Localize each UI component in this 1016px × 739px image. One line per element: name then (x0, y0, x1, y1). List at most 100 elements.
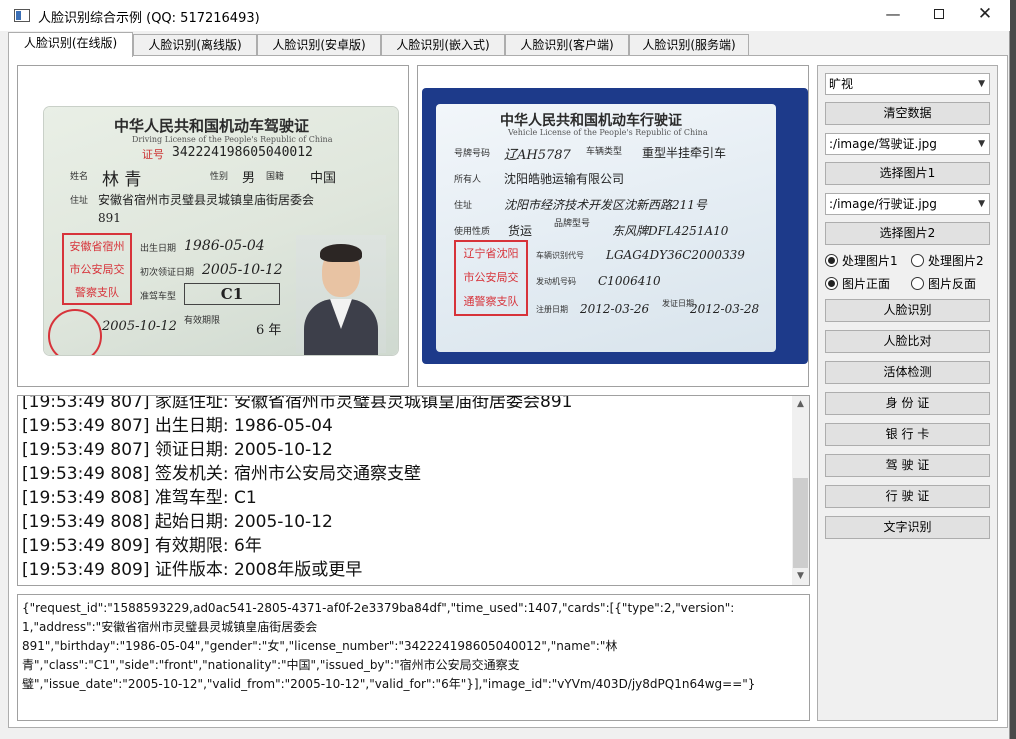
tab-panel: 中华人民共和国机动车驾驶证 Driving License of the Peo… (8, 55, 1008, 728)
image1-path-value: :/image/驾驶证.jpg (829, 137, 937, 151)
birth-value: 1986-05-04 (184, 238, 265, 254)
radio-label: 图片正面 (842, 277, 891, 291)
face-compare-button[interactable]: 人脸比对 (825, 330, 990, 353)
log-lines: [19:53:49 807] 家庭住址: 安徽省宿州市灵璧县灵城镇皇庙街居委会8… (22, 395, 792, 582)
image2-path-select[interactable]: :/image/行驶证.jpg ▼ (825, 193, 990, 215)
radio-label: 图片反面 (928, 277, 977, 291)
close-icon: ✕ (977, 4, 993, 24)
json-result[interactable]: {"request_id":"1588593229,ad0ac541-2805-… (17, 594, 810, 721)
vehicle-subtitle: Vehicle License of the People's Republic… (508, 128, 708, 137)
side-choice-row: 图片正面 图片反面 (825, 275, 995, 293)
issuer-stamp: 安徽省宿州 市公安局交 警察支队 (62, 233, 132, 305)
face-recognition-button[interactable]: 人脸识别 (825, 299, 990, 322)
license-number-label: 证号 (142, 148, 164, 161)
json-line: {"request_id":"1588593229,ad0ac541-2805-… (22, 601, 735, 615)
portrait-hair (320, 244, 362, 262)
valid-from-value: 2005-10-12 (102, 319, 177, 334)
stamp-line: 通警察支队 (463, 295, 519, 308)
app-icon (14, 9, 30, 22)
log-output[interactable]: [19:53:49 807] 家庭住址: 安徽省宿州市灵璧县灵城镇皇庙街居委会8… (17, 395, 810, 586)
address-value-2: 891 (98, 211, 121, 225)
vin-value: LGAG4DY36C2000339 (606, 248, 745, 262)
maximize-icon (934, 9, 944, 19)
vehicle-address-value: 沈阳市经济技术开发区沈新西路211号 (504, 198, 707, 212)
image2-path-value: :/image/行驶证.jpg (829, 197, 937, 211)
close-button[interactable]: ✕ (962, 0, 1008, 31)
use-label: 使用性质 (454, 227, 491, 237)
owner-value: 沈阳皓驰运输有限公司 (504, 172, 625, 186)
maximize-button[interactable] (916, 0, 962, 31)
issue-value: 2005-10-12 (202, 262, 283, 278)
vehicle-issuer-stamp: 辽宁省沈阳 市公安局交 通警察支队 (454, 240, 528, 316)
image1-path-select[interactable]: :/image/驾驶证.jpg ▼ (825, 133, 990, 155)
tab-offline[interactable]: 人脸识别(离线版) (133, 34, 257, 56)
nationality-label: 国籍 (266, 172, 285, 182)
image2-view[interactable]: 中华人民共和国机动车行驶证 Vehicle License of the Peo… (417, 65, 809, 387)
tab-server[interactable]: 人脸识别(服务端) (629, 34, 749, 56)
sex-label: 性别 (210, 172, 229, 182)
app-window: 人脸识别综合示例 (QQ: 517216493) — ✕ 人脸识别(在线版) 人… (0, 0, 1010, 739)
scroll-down-icon[interactable]: ▼ (792, 568, 809, 585)
liveness-detect-button[interactable]: 活体检测 (825, 361, 990, 384)
tab-online[interactable]: 人脸识别(在线版) (8, 32, 133, 57)
name-label: 姓名 (70, 172, 89, 182)
vehicle-license-card: 中华人民共和国机动车行驶证 Vehicle License of the Peo… (436, 104, 776, 352)
valid-label: 有效期限 (184, 316, 221, 326)
vin-label: 车辆识别代号 (536, 251, 584, 260)
issue-label: 初次领证日期 (140, 268, 195, 278)
class-label: 准驾车型 (140, 292, 177, 302)
radio-back-side[interactable]: 图片反面 (911, 275, 976, 293)
text-recognition-button[interactable]: 文字识别 (825, 516, 990, 539)
radio-checked-icon (825, 254, 838, 267)
radio-process-image1[interactable]: 处理图片1 (825, 252, 898, 270)
engine-value: C1006410 (598, 274, 661, 288)
minimize-button[interactable]: — (870, 0, 916, 31)
vehicle-issue-value: 2012-03-28 (690, 302, 760, 316)
title-bar: 人脸识别综合示例 (QQ: 517216493) — ✕ (0, 0, 1010, 31)
log-line: [19:53:49 809] 有效期限: 6年 (22, 536, 262, 556)
radio-process-image2[interactable]: 处理图片2 (911, 252, 984, 270)
tab-embedded[interactable]: 人脸识别(嵌入式) (381, 34, 505, 56)
json-line: 青","class":"C1","side":"front","national… (22, 658, 520, 672)
model-label: 品牌型号 (554, 219, 591, 229)
portrait-photo (296, 235, 386, 355)
id-card-button[interactable]: 身 份 证 (825, 392, 990, 415)
reg-label: 注册日期 (536, 305, 568, 314)
scroll-thumb[interactable] (793, 478, 808, 568)
birth-label: 出生日期 (140, 244, 177, 254)
chevron-down-icon: ▼ (978, 79, 985, 89)
log-line: [19:53:49 807] 领证日期: 2005-10-12 (22, 440, 333, 460)
address-value: 安徽省宿州市灵璧县灵城镇皇庙街居委会 (98, 193, 315, 207)
use-value: 货运 (508, 224, 533, 238)
select-image1-button[interactable]: 选择图片1 (825, 162, 990, 185)
log-scrollbar[interactable]: ▲ ▼ (792, 396, 809, 585)
stamp-line: 安徽省宿州 (69, 240, 125, 253)
provider-select[interactable]: 旷视 ▼ (825, 73, 990, 95)
json-line: 璧","issue_date":"2005-10-12","valid_from… (22, 677, 756, 691)
radio-front-side[interactable]: 图片正面 (825, 275, 890, 293)
scroll-up-icon[interactable]: ▲ (792, 396, 809, 413)
provider-select-value: 旷视 (829, 77, 854, 91)
log-line: [19:53:49 807] 出生日期: 1986-05-04 (22, 416, 333, 436)
log-line: [19:53:49 807] 家庭住址: 安徽省宿州市灵璧县灵城镇皇庙街居委会8… (22, 395, 573, 412)
log-line: [19:53:49 808] 起始日期: 2005-10-12 (22, 512, 333, 532)
license-subtitle: Driving License of the People's Republic… (132, 135, 333, 144)
vehicle-license-image: 中华人民共和国机动车行驶证 Vehicle License of the Peo… (422, 88, 808, 364)
image1-view[interactable]: 中华人民共和国机动车驾驶证 Driving License of the Peo… (17, 65, 409, 387)
class-value: C1 (184, 283, 280, 305)
chevron-down-icon: ▼ (978, 199, 985, 209)
vehicle-license-button[interactable]: 行 驶 证 (825, 485, 990, 508)
vehicle-address-label: 住址 (454, 201, 473, 211)
tab-android[interactable]: 人脸识别(安卓版) (257, 34, 381, 56)
image-choice-row: 处理图片1 处理图片2 (825, 252, 995, 270)
sex-value: 男 (242, 171, 256, 186)
tab-client[interactable]: 人脸识别(客户端) (505, 34, 629, 56)
name-value: 林 青 (102, 170, 142, 190)
address-label: 住址 (70, 196, 89, 206)
driving-license-button[interactable]: 驾 驶 证 (825, 454, 990, 477)
bank-card-button[interactable]: 银 行 卡 (825, 423, 990, 446)
select-image2-button[interactable]: 选择图片2 (825, 222, 990, 245)
clear-data-button[interactable]: 清空数据 (825, 102, 990, 125)
driving-license-image: 中华人民共和国机动车驾驶证 Driving License of the Peo… (44, 107, 398, 355)
owner-label: 所有人 (454, 175, 482, 185)
